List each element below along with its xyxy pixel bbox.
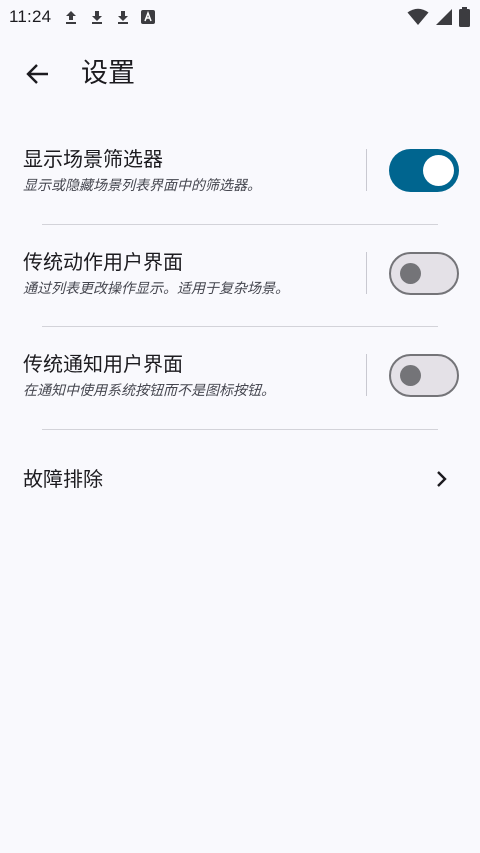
switch-thumb xyxy=(400,365,421,386)
setting-legacy-notification-ui[interactable]: 传统通知用户界面 在通知中使用系统按钮而不是图标按钮。 xyxy=(0,350,480,430)
troubleshooting-label: 故障排除 xyxy=(23,467,103,491)
page-title: 设置 xyxy=(81,58,135,89)
show-scene-filter-switch[interactable] xyxy=(389,149,459,192)
setting-title: 显示场景筛选器 xyxy=(23,147,163,171)
switch-thumb xyxy=(423,155,454,186)
translate-icon xyxy=(141,10,156,24)
setting-title: 传统通知用户界面 xyxy=(23,352,183,376)
status-bar: 11:24 xyxy=(0,0,480,34)
arrow-back-icon xyxy=(24,61,50,91)
upload-icon xyxy=(63,9,79,25)
setting-description: 通过列表更改操作显示。适用于复杂场景。 xyxy=(23,281,289,297)
divider xyxy=(42,224,438,225)
divider xyxy=(42,429,438,430)
divider xyxy=(42,326,438,327)
vertical-divider xyxy=(366,252,367,294)
setting-title: 传统动作用户界面 xyxy=(23,250,183,274)
download-icon xyxy=(115,9,131,25)
chevron-right-icon xyxy=(434,470,448,492)
battery-icon xyxy=(459,7,470,27)
setting-description: 在通知中使用系统按钮而不是图标按钮。 xyxy=(23,383,275,399)
setting-description: 显示或隐藏场景列表界面中的筛选器。 xyxy=(23,178,261,194)
download-icon xyxy=(89,9,105,25)
back-button[interactable] xyxy=(17,56,57,96)
app-bar: 设置 xyxy=(0,46,480,106)
system-icons xyxy=(407,7,470,27)
wifi-icon xyxy=(407,8,429,26)
setting-show-scene-filter[interactable]: 显示场景筛选器 显示或隐藏场景列表界面中的筛选器。 xyxy=(0,145,480,225)
status-time: 11:24 xyxy=(9,7,52,26)
switch-thumb xyxy=(400,263,421,284)
vertical-divider xyxy=(366,149,367,191)
troubleshooting-item[interactable]: 故障排除 xyxy=(0,456,480,504)
vertical-divider xyxy=(366,354,367,396)
setting-legacy-action-ui[interactable]: 传统动作用户界面 通过列表更改操作显示。适用于复杂场景。 xyxy=(0,248,480,328)
notification-icons xyxy=(63,9,156,25)
signal-icon xyxy=(435,8,453,26)
legacy-action-ui-switch[interactable] xyxy=(389,252,459,295)
legacy-notification-ui-switch[interactable] xyxy=(389,354,459,397)
